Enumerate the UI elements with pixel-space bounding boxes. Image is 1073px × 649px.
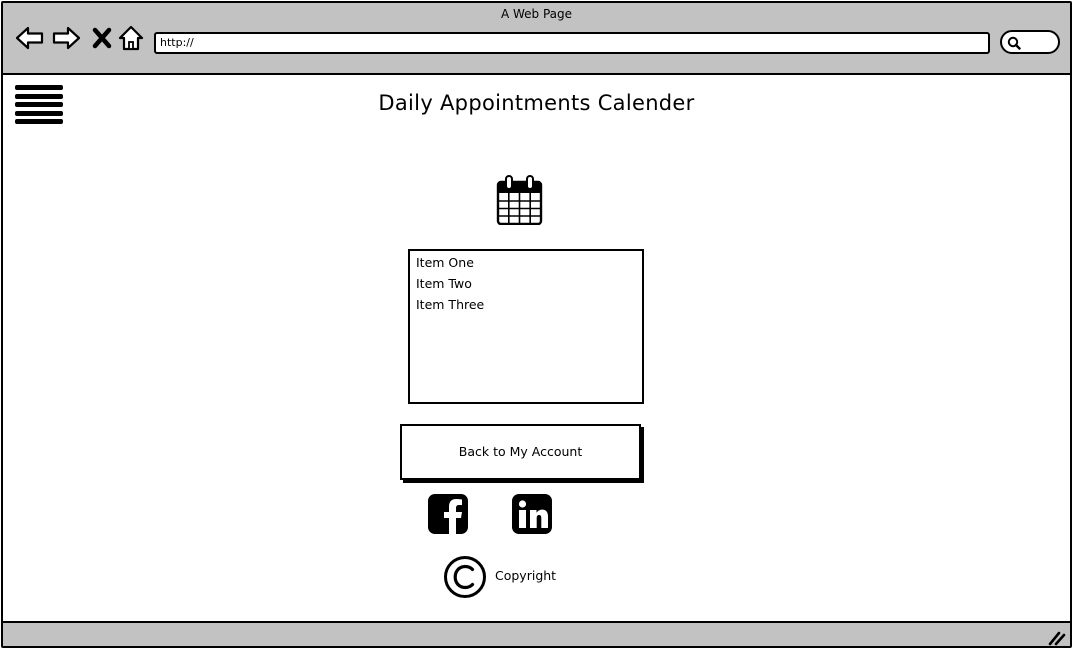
browser-toolbar: A Web Page http:// <box>3 3 1070 75</box>
stop-button[interactable] <box>87 23 117 53</box>
arrow-right-icon <box>52 26 81 50</box>
status-bar <box>3 621 1070 646</box>
linkedin-icon[interactable] <box>511 493 553 535</box>
home-button[interactable] <box>116 23 146 53</box>
back-button[interactable] <box>15 23 45 53</box>
appointments-list[interactable]: Item One Item Two Item Three <box>408 249 644 404</box>
forward-button[interactable] <box>51 23 81 53</box>
back-to-account-button[interactable]: Back to My Account <box>400 424 641 480</box>
list-item[interactable]: Item One <box>410 254 642 275</box>
close-icon <box>92 27 112 49</box>
copyright-text: Copyright <box>495 568 557 583</box>
browser-search-field[interactable] <box>1000 30 1060 54</box>
window-title: A Web Page <box>500 7 573 21</box>
list-item[interactable]: Item Two <box>410 275 642 296</box>
menu-bar <box>15 85 63 90</box>
copyright-icon <box>444 556 486 598</box>
list-item[interactable]: Item Three <box>410 296 642 317</box>
resize-grip-icon[interactable] <box>1048 630 1066 646</box>
calendar-icon <box>496 175 543 225</box>
browser-window: A Web Page http:// Daily Appointments Ca… <box>1 1 1072 648</box>
menu-bar <box>15 119 63 124</box>
facebook-icon[interactable] <box>427 493 469 535</box>
home-icon <box>118 25 144 51</box>
search-icon <box>1007 36 1021 50</box>
page-title: Daily Appointments Calender <box>378 91 695 115</box>
arrow-left-icon <box>15 26 44 50</box>
address-bar[interactable]: http:// <box>154 32 990 54</box>
